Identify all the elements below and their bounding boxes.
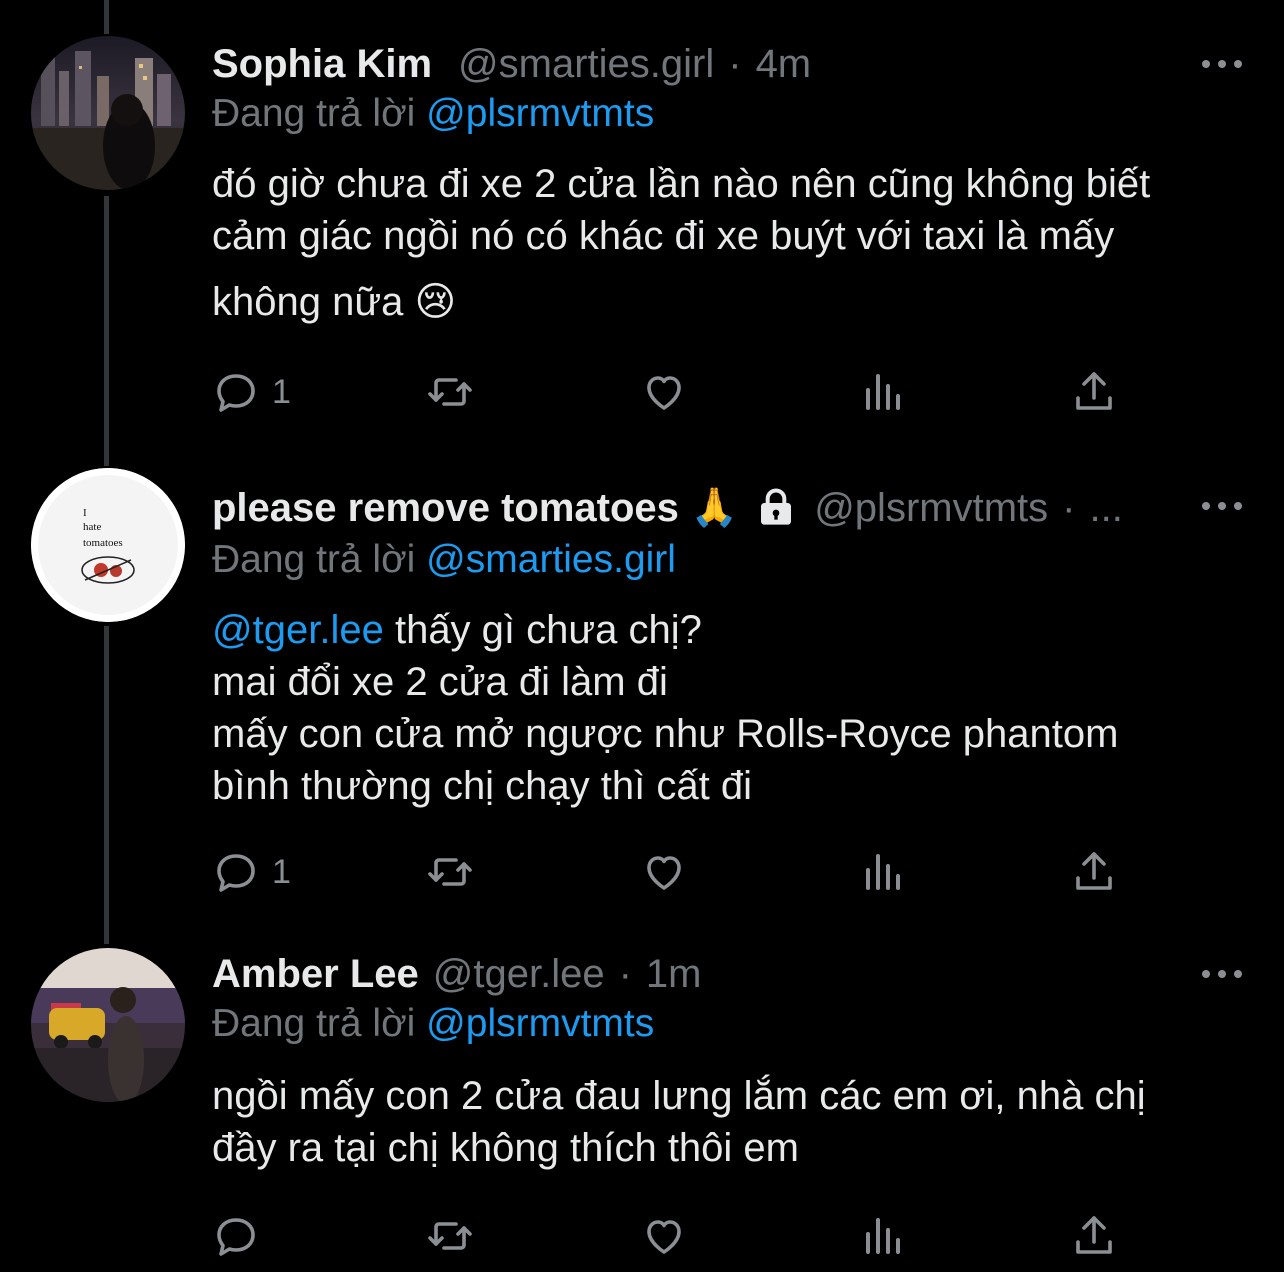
display-name[interactable]: Sophia Kim — [212, 42, 432, 87]
timestamp[interactable]: 4m — [756, 42, 812, 87]
display-name[interactable]: please remove tomatoes — [212, 486, 679, 531]
separator: · — [618, 951, 632, 996]
reply-to-mention[interactable]: @plsrmvtmts — [426, 92, 654, 135]
replying-to: Đang trả lời @plsrmvtmts — [212, 92, 654, 136]
avatar[interactable] — [31, 36, 185, 190]
retweet-button[interactable] — [426, 366, 474, 418]
avatar-text: I — [83, 507, 87, 519]
share-button[interactable] — [1070, 846, 1118, 898]
tweet-text-span: thấy gì chưa chị? — [394, 608, 702, 652]
separator: · — [728, 41, 742, 86]
share-icon — [1070, 368, 1118, 416]
tweet-text-line: ngồi mấy con 2 cửa đau lưng lắm các em ơ… — [212, 1074, 1146, 1118]
tweet-text-line: đầy ra tại chị không thích thôi em — [212, 1126, 799, 1170]
reply-to-mention[interactable]: @plsrmvtmts — [426, 1002, 654, 1045]
analytics-button[interactable] — [858, 846, 906, 898]
tweet-header: Amber Lee @tger.lee · 1m — [212, 946, 1184, 1002]
reply-button[interactable]: 1 — [212, 846, 291, 898]
reply-icon — [212, 1212, 260, 1260]
retweet-button[interactable] — [426, 1210, 474, 1262]
reply-to-mention[interactable]: @smarties.girl — [426, 538, 676, 581]
tweet-text-line: bình thường chị chạy thì cất đi — [212, 764, 752, 808]
display-name[interactable]: Amber Lee — [212, 952, 419, 997]
mention-link[interactable]: @tger.lee — [212, 608, 384, 652]
like-button[interactable] — [640, 1210, 688, 1262]
like-icon — [640, 848, 688, 896]
reply-button[interactable]: 1 — [212, 366, 291, 418]
tweet-header: Sophia Kim @smarties.girl · 4m — [212, 36, 1184, 92]
tweet-please-remove-tomatoes[interactable]: I hate tomatoes please remove tomatoes 🙏… — [0, 466, 1284, 926]
reply-icon — [212, 368, 260, 416]
reply-count: 1 — [272, 372, 291, 411]
reply-count: 1 — [272, 852, 291, 891]
reply-prefix: Đang trả lời — [212, 92, 416, 135]
analytics-icon — [858, 1212, 906, 1260]
user-handle[interactable]: @plsrmvtmts — [814, 486, 1048, 531]
avatar[interactable]: I hate tomatoes — [31, 468, 185, 622]
tweet-header: please remove tomatoes 🙏 @plsrmvtmts · .… — [212, 480, 1174, 536]
tweet-sophia-kim[interactable]: Sophia Kim @smarties.girl · 4m Đang trả … — [0, 0, 1284, 440]
action-bar: 1 — [212, 846, 1132, 898]
replying-to: Đang trả lời @plsrmvtmts — [212, 1002, 654, 1046]
analytics-icon — [858, 368, 906, 416]
reply-prefix: Đang trả lời — [212, 1002, 416, 1045]
analytics-icon — [858, 848, 906, 896]
tweet-text-line: mấy con cửa mở ngược như Rolls-Royce pha… — [212, 712, 1119, 756]
tweet-text: @tger.lee thấy gì chưa chị? mai đổi xe 2… — [212, 604, 1252, 812]
retweet-button[interactable] — [426, 846, 474, 898]
avatar[interactable] — [31, 948, 185, 1102]
share-icon — [1070, 848, 1118, 896]
tweet-text: ngồi mấy con 2 cửa đau lưng lắm các em ơ… — [212, 1070, 1252, 1174]
separator: · — [1062, 485, 1076, 530]
tweet-text: đó giờ chưa đi xe 2 cửa lần nào nên cũng… — [212, 158, 1252, 328]
tweet-text-line: mai đổi xe 2 cửa đi làm đi — [212, 660, 668, 704]
action-bar: 1 — [212, 366, 1132, 418]
analytics-button[interactable] — [858, 1210, 906, 1262]
reply-button[interactable] — [212, 1210, 272, 1262]
avatar-text: tomatoes — [83, 537, 123, 549]
analytics-button[interactable] — [858, 366, 906, 418]
name-emoji: 🙏 — [690, 487, 739, 529]
tweet-text-line: đó giờ chưa đi xe 2 cửa lần nào nên cũng… — [212, 162, 1151, 206]
more-icon[interactable] — [1202, 496, 1242, 516]
share-button[interactable] — [1070, 366, 1118, 418]
user-handle[interactable]: @smarties.girl — [458, 42, 714, 87]
like-icon — [640, 1212, 688, 1260]
user-handle[interactable]: @tger.lee — [433, 952, 605, 997]
like-icon — [640, 368, 688, 416]
replying-to: Đang trả lời @smarties.girl — [212, 538, 676, 582]
more-icon[interactable] — [1202, 54, 1242, 74]
tweet-text-line: không nữa 😢 — [212, 280, 457, 324]
reply-icon — [212, 848, 260, 896]
action-bar — [212, 1210, 1132, 1262]
share-icon — [1070, 1212, 1118, 1260]
avatar-text: hate — [83, 521, 101, 533]
timestamp[interactable]: ... — [1089, 486, 1122, 531]
more-icon[interactable] — [1202, 964, 1242, 984]
tweet-text-line: @tger.lee thấy gì chưa chị? — [212, 604, 1252, 656]
timestamp[interactable]: 1m — [646, 952, 702, 997]
like-button[interactable] — [640, 846, 688, 898]
retweet-icon — [426, 1212, 474, 1260]
tweet-amber-lee[interactable]: Amber Lee @tger.lee · 1m Đang trả lời @p… — [0, 946, 1284, 1272]
retweet-icon — [426, 848, 474, 896]
retweet-icon — [426, 368, 474, 416]
lock-icon — [756, 488, 796, 528]
like-button[interactable] — [640, 366, 688, 418]
share-button[interactable] — [1070, 1210, 1118, 1262]
reply-prefix: Đang trả lời — [212, 538, 416, 581]
tweet-text-line: cảm giác ngồi nó có khác đi xe buýt với … — [212, 214, 1115, 258]
